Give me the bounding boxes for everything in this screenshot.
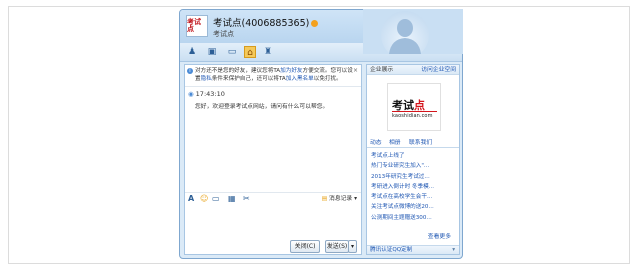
contacts-icon[interactable]: ♟ (186, 46, 198, 58)
blacklist-link[interactable]: 加入黑名单 (286, 76, 314, 82)
company-logo[interactable]: 考试点 kaoshidian.com (387, 83, 441, 131)
notice-text-4: 以免打扰。 (313, 76, 342, 82)
screen-share-icon[interactable]: ▭ (226, 46, 238, 58)
brand-domain: kaoshidian.com (392, 113, 433, 119)
sidebar-title: 企业展示 (370, 67, 394, 73)
sidebar-tabs: 动态 相册 联系我们 (367, 139, 459, 148)
message-body: 您好，欢迎登录考试点网站，请问有什么可以帮您。 (195, 104, 329, 110)
home-icon[interactable]: ⌂ (244, 46, 256, 58)
font-icon[interactable]: A (188, 194, 194, 204)
input-toolbar: A ☺ ▭ ▦ ✂ ▤ 消息记录 ▾ (185, 192, 361, 204)
info-icon: i (187, 68, 193, 74)
tab-album[interactable]: 相册 (389, 139, 401, 148)
qq-certified-label[interactable]: 腾讯认证QQ定制 (370, 247, 412, 253)
profile-avatar-silhouette (363, 9, 463, 54)
online-status-icon (311, 20, 319, 27)
emoji-icon[interactable]: ☺ (200, 194, 208, 204)
close-button[interactable]: 关闭(C) (290, 240, 320, 253)
add-friend-link[interactable]: 加为好友 (280, 68, 302, 74)
send-options-button[interactable]: ▾ (348, 240, 357, 253)
news-item[interactable]: 关注考试点微博的送20... (371, 202, 457, 212)
news-item[interactable]: 热门专业研究生加入"... (371, 161, 457, 171)
video-icon[interactable]: ▣ (206, 46, 218, 58)
history-icon: ▤ (321, 196, 328, 202)
news-item[interactable]: 考研进入倒计时 冬季模... (371, 182, 457, 192)
avatar[interactable]: 考试点 (186, 15, 208, 37)
view-more-link[interactable]: 查看更多 (428, 231, 451, 240)
enterprise-sidebar: 企业展示 访问企业空间 考试点 kaoshidian.com 动态 相册 联系我… (366, 64, 460, 255)
enterprise-space-link[interactable]: 访问企业空间 (421, 65, 456, 75)
news-item[interactable]: 公测期间主题赠送300... (371, 213, 457, 223)
news-item[interactable]: 考试点在高校学生会干... (371, 192, 457, 202)
history-label: 消息记录 (329, 196, 353, 202)
news-item[interactable]: 考试点上线了 (371, 151, 457, 161)
message-time: 17:43:10 (195, 90, 225, 98)
shake-icon[interactable]: ▭ (212, 194, 220, 204)
notice-text-3: 条件来保护自己，还可以将TA (211, 76, 286, 82)
screenshot-icon[interactable]: ✂ (243, 194, 250, 204)
send-button[interactable]: 发送(S) (325, 240, 349, 253)
message-history-button[interactable]: ▤ 消息记录 ▾ (322, 194, 357, 204)
window-title: 考试点(4006885365) (213, 15, 319, 29)
news-list: 考试点上线了 热门专业研究生加入"... 2013年研究生考试过... 考研进入… (371, 151, 457, 223)
sidebar-header: 企业展示 访问企业空间 (367, 65, 459, 75)
notice-bar: i 对方还不是您的好友，建议您将TA加为好友方便交流。您可以设置隐私条件来保护自… (185, 65, 361, 87)
sidebar-footer: 腾讯认证QQ定制 ▾ (367, 245, 459, 254)
message-timestamp: ◉ 17:43:10 (188, 90, 225, 98)
contact-signature: 考试点 (213, 30, 234, 38)
profile-icon[interactable]: ♜ (262, 46, 274, 58)
contact-name: 考试点(4006885365) (213, 18, 310, 29)
tab-news[interactable]: 动态 (370, 139, 382, 148)
image-icon[interactable]: ▦ (228, 194, 236, 204)
clock-icon: ◉ (188, 90, 194, 98)
chat-pane: i 对方还不是您的好友，建议您将TA加为好友方便交流。您可以设置隐私条件来保护自… (184, 64, 362, 255)
tab-contact[interactable]: 联系我们 (409, 139, 432, 148)
avatar-logo: 考试点 (187, 18, 201, 33)
news-item[interactable]: 2013年研究生考试过... (371, 172, 457, 182)
notice-close-icon[interactable]: × (353, 67, 358, 75)
notice-text-1: 对方还不是您的好友，建议您将TA (195, 68, 281, 74)
brand-underline (392, 111, 437, 112)
bottom-bar: 关闭(C) 发送(S) ▾ (180, 236, 360, 258)
collapse-icon[interactable]: ▾ (452, 246, 455, 255)
privacy-link[interactable]: 隐私 (201, 76, 212, 82)
